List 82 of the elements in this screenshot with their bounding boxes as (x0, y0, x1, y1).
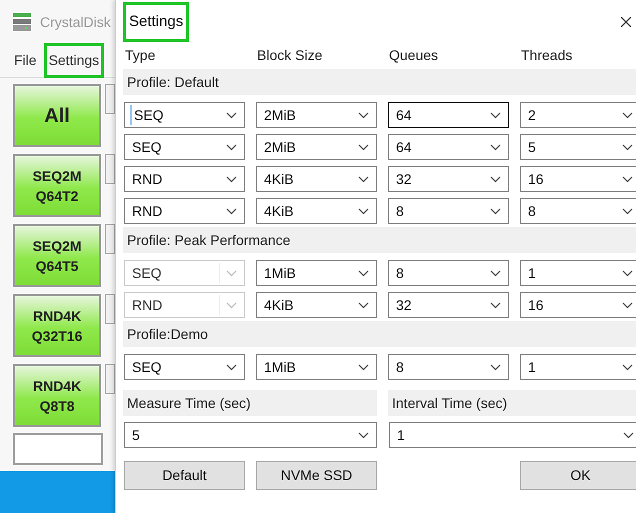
dialog-button[interactable]: OK (520, 461, 636, 490)
dropdown[interactable]: RND (124, 198, 245, 224)
chevron-down-icon (622, 112, 633, 118)
dropdown[interactable]: 4KiB (256, 166, 377, 192)
dropdown[interactable]: 5 (124, 422, 377, 448)
chevron-down-icon (358, 176, 369, 182)
chevron-down-icon (490, 364, 501, 370)
chevron-down-icon (226, 144, 237, 150)
chevron-down-icon (226, 364, 237, 370)
chevron-down-icon (622, 364, 633, 370)
dropdown[interactable]: 1 (520, 260, 636, 286)
dialog-button[interactable]: Default (124, 461, 245, 490)
dropdown[interactable]: 4KiB (256, 198, 377, 224)
dropdown[interactable]: 16 (520, 166, 636, 192)
dialog-title: Settings (123, 2, 190, 42)
dropdown[interactable]: 8 (388, 260, 509, 286)
chevron-down-icon (226, 112, 237, 118)
dropdown[interactable]: 8 (388, 198, 509, 224)
chevron-down-icon (622, 302, 633, 308)
column-header: Type (125, 46, 156, 65)
chevron-down-icon (622, 176, 633, 182)
chevron-down-icon (490, 176, 501, 182)
dropdown[interactable]: 8 (388, 354, 509, 380)
chevron-down-icon (490, 112, 501, 118)
chevron-down-icon (226, 302, 237, 308)
dropdown[interactable]: 32 (388, 166, 509, 192)
chevron-down-icon (358, 302, 369, 308)
dialog-button[interactable]: NVMe SSD (256, 461, 377, 490)
menu-item[interactable]: File (9, 43, 42, 78)
dropdown[interactable]: 2 (520, 102, 636, 128)
dropdown[interactable]: 1 (389, 422, 636, 448)
dropdown[interactable]: SEQ (124, 134, 245, 160)
comment-field[interactable] (13, 433, 103, 465)
dropdown[interactable]: 5 (520, 134, 636, 160)
dropdown[interactable]: 1MiB (256, 260, 377, 286)
chevron-down-icon (358, 144, 369, 150)
chevron-down-icon (490, 270, 501, 276)
section-header: Measure Time (sec) (123, 390, 377, 416)
dropdown[interactable]: 4KiB (256, 292, 377, 318)
dropdown[interactable]: 2MiB (256, 102, 377, 128)
dropdown[interactable]: SEQ (124, 354, 245, 380)
column-header: Block Size (257, 46, 324, 64)
dropdown[interactable]: 1MiB (256, 354, 377, 380)
dropdown[interactable]: 64 (388, 134, 509, 160)
test-button[interactable]: RND4K Q32T16 (13, 294, 102, 357)
section-header: Profile: Default (123, 69, 636, 95)
section-header: Profile:Demo (123, 321, 636, 347)
chevron-down-icon (358, 208, 369, 214)
dropdown[interactable]: 2MiB (256, 134, 377, 160)
dropdown[interactable]: 32 (388, 292, 509, 318)
chevron-down-icon (490, 302, 501, 308)
chevron-down-icon (622, 270, 633, 276)
chevron-down-icon (622, 208, 633, 214)
test-button[interactable]: RND4K Q8T8 (13, 364, 102, 427)
column-header: Queues (389, 46, 440, 65)
dropdown[interactable]: SEQ (124, 102, 245, 128)
dropdown[interactable]: 64 (388, 102, 509, 128)
test-button[interactable]: All (13, 84, 102, 147)
chevron-down-icon (490, 208, 501, 214)
close-icon[interactable] (621, 17, 631, 27)
dropdown[interactable]: 8 (520, 198, 636, 224)
chevron-down-icon (358, 112, 369, 118)
dropdown[interactable]: RND (124, 166, 245, 192)
chevron-down-icon (622, 144, 633, 150)
dropdown[interactable]: 16 (520, 292, 636, 318)
disk-drive-icon (12, 12, 32, 32)
dropdown[interactable]: 1 (520, 354, 636, 380)
section-header: Interval Time (sec) (388, 390, 636, 416)
chevron-down-icon (358, 432, 369, 438)
chevron-down-icon (226, 270, 237, 276)
chevron-down-icon (226, 208, 237, 214)
window-title: CrystalDisk (40, 12, 111, 32)
test-button[interactable]: SEQ2M Q64T5 (13, 224, 102, 287)
chevron-down-icon (358, 270, 369, 276)
menu-item[interactable]: Settings (44, 43, 104, 78)
chevron-down-icon (623, 432, 634, 438)
column-header: Threads (521, 46, 574, 64)
section-header: Profile: Peak Performance (123, 227, 636, 253)
chevron-down-icon (358, 364, 369, 370)
chevron-down-icon (490, 144, 501, 150)
chevron-down-icon (226, 176, 237, 182)
test-button[interactable]: SEQ2M Q64T2 (13, 154, 102, 217)
